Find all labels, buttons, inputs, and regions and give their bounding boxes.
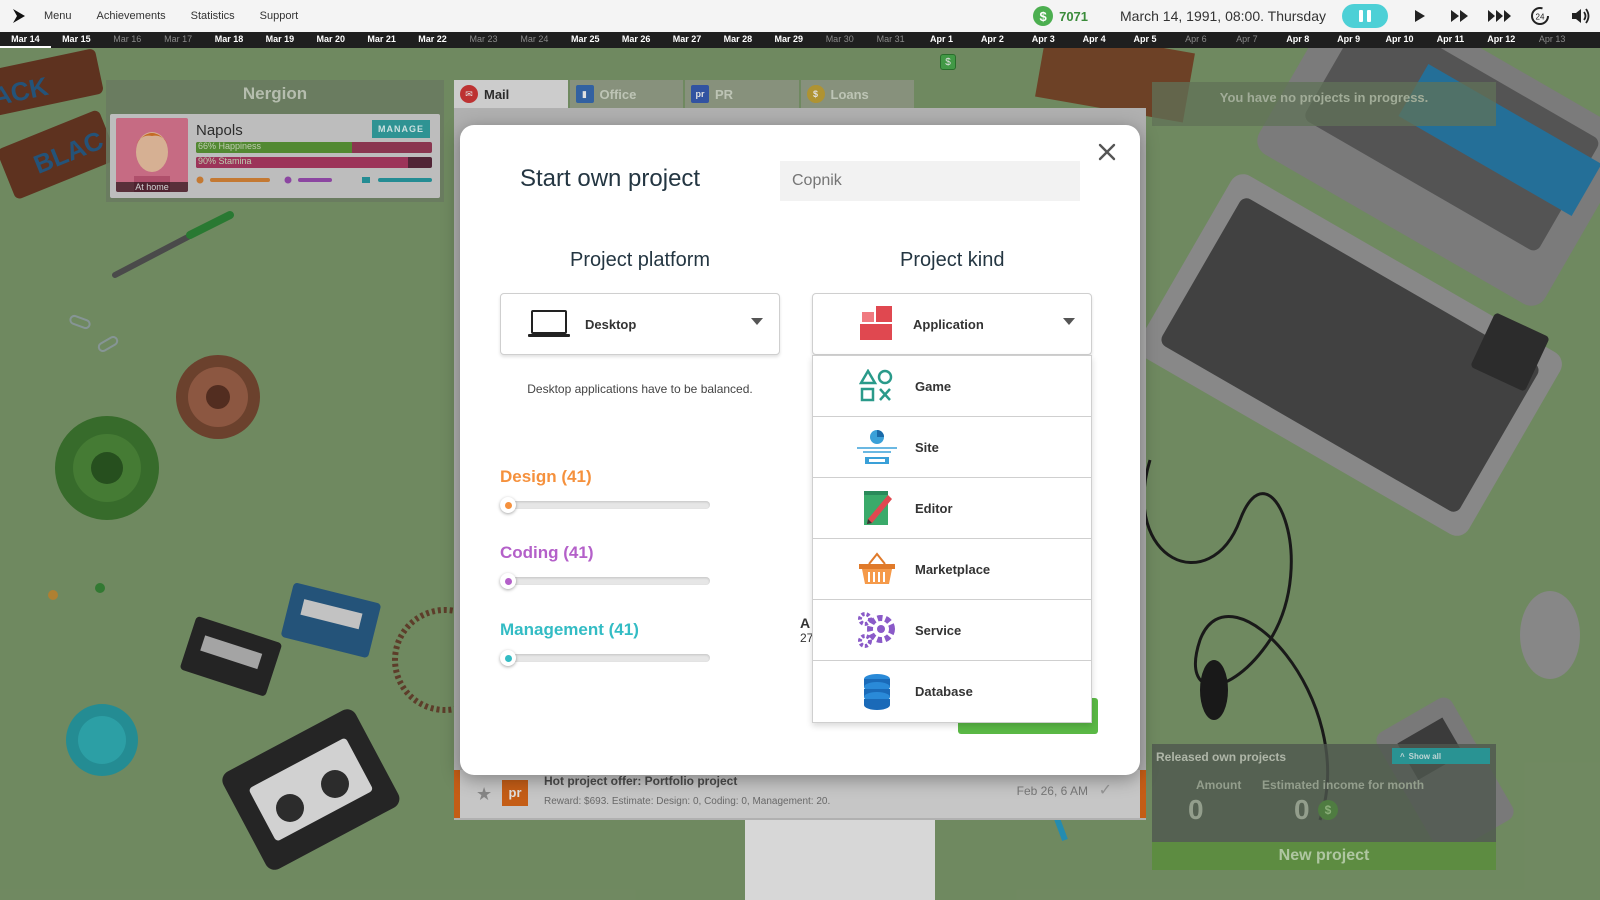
management-skill: Management (41) [500, 620, 710, 666]
timeline-day: Apr 5 [1133, 34, 1157, 44]
kind-option-label: Database [915, 684, 973, 699]
sound-button[interactable] [1560, 0, 1600, 32]
kind-option-database[interactable]: Database [813, 661, 1091, 722]
coding-label: Coding (41) [500, 543, 594, 562]
marketplace-icon [847, 548, 907, 590]
editor-icon [847, 487, 907, 529]
laptop-icon [519, 304, 579, 344]
timeline-day: Apr 12 [1487, 34, 1516, 44]
close-icon [1098, 143, 1116, 161]
management-slider-handle[interactable] [500, 650, 516, 666]
platform-select[interactable]: Desktop [500, 293, 780, 355]
project-name-input[interactable] [780, 161, 1080, 201]
money-coin-icon: $ [1033, 6, 1054, 26]
top-bar: Menu Achievements Statistics Support $ 7… [0, 0, 1600, 32]
kind-dropdown-list: Game Site Editor Marketplace Service Dat… [812, 355, 1092, 723]
design-skill: Design (41) [500, 467, 710, 513]
coding-slider[interactable] [500, 573, 710, 589]
management-slider[interactable] [500, 650, 710, 666]
date-timeline: Mar 14 Mar 15 Mar 16 Mar 17 Mar 18 Mar 19 Mar … [0, 32, 1600, 48]
timeline-day: Mar 19 [265, 34, 295, 44]
timeline-day: Mar 22 [418, 34, 447, 44]
timeline-day: Mar 17 [164, 34, 193, 44]
timeline-day: Mar 28 [723, 34, 753, 44]
pause-button[interactable] [1342, 4, 1388, 28]
timeline-day: Mar 14 [0, 32, 51, 48]
timeline-day: Apr 9 [1337, 34, 1361, 44]
timeline-day: Apr 6 [1185, 34, 1207, 44]
kind-option-game[interactable]: Game [813, 356, 1091, 417]
timeline-day: Apr 4 [1082, 34, 1106, 44]
timeline-day: Mar 23 [469, 34, 498, 44]
kind-select[interactable]: Application [812, 293, 1092, 355]
chevron-down-icon [751, 318, 763, 325]
timeline-day: Apr 2 [980, 34, 1004, 44]
fastest-forward-button[interactable] [1480, 0, 1520, 32]
kind-option-label: Game [915, 378, 952, 394]
timeline-day: Apr 11 [1436, 34, 1465, 44]
timeline-day: Mar 31 [876, 34, 905, 44]
play-button[interactable] [1400, 0, 1440, 32]
timeline-day: Mar 24 [520, 34, 549, 44]
platform-heading: Project platform [570, 249, 711, 271]
timeline-day: Mar 27 [672, 34, 702, 44]
application-icon [847, 304, 907, 344]
kind-option-label: Marketplace [915, 561, 991, 577]
management-label: Management (41) [500, 620, 639, 639]
timeline-day: Mar 30 [825, 34, 854, 44]
support-link[interactable]: Support [260, 10, 299, 22]
design-slider[interactable] [500, 497, 710, 513]
coding-skill: Coding (41) [500, 543, 710, 589]
kind-option-label: Site [915, 439, 939, 455]
timeline-day: Mar 20 [316, 34, 346, 44]
coding-slider-handle[interactable] [500, 573, 516, 589]
statistics-link[interactable]: Statistics [191, 10, 235, 22]
skip-day-button[interactable]: 24 [1520, 0, 1560, 32]
logo-icon[interactable] [0, 0, 40, 32]
achievements-link[interactable]: Achievements [97, 10, 166, 22]
start-project-modal: Start own project Project platform Proje… [460, 125, 1140, 775]
top-right-controls: $ 7071 March 14, 1991, 08:00. Thursday 2… [1033, 0, 1600, 32]
site-icon [847, 426, 907, 468]
kind-option-editor[interactable]: Editor [813, 478, 1091, 539]
timeline-day: Mar 29 [774, 34, 804, 44]
kind-option-label: Editor [915, 500, 953, 516]
timeline-day: Mar 21 [367, 34, 396, 44]
design-label: Design (41) [500, 467, 592, 486]
timeline-day: Mar 25 [570, 34, 600, 44]
money-display: $ 7071 [1033, 6, 1088, 26]
kind-selected: Application [913, 316, 984, 332]
timeline-day: Apr 3 [1031, 34, 1055, 44]
timeline-day: Apr 8 [1286, 34, 1310, 44]
fast-forward-button[interactable] [1440, 0, 1480, 32]
money-value: 7071 [1059, 8, 1089, 24]
timeline-day: Apr 10 [1385, 34, 1414, 44]
modal-title: Start own project [520, 165, 701, 192]
kind-heading: Project kind [900, 249, 1005, 271]
skip-day-label: 24 [1536, 13, 1545, 22]
game-icon [847, 365, 907, 407]
platform-description: Desktop applications have to be balanced… [527, 382, 753, 396]
timeline-day: Mar 16 [113, 34, 142, 44]
database-icon [847, 671, 907, 713]
chevron-down-icon [1063, 318, 1075, 325]
timeline-day: Mar 18 [214, 34, 244, 44]
kind-option-service[interactable]: Service [813, 600, 1091, 661]
design-slider-handle[interactable] [500, 497, 516, 513]
game-datetime: March 14, 1991, 08:00. Thursday [1120, 8, 1326, 24]
timeline-day: Apr 1 [929, 34, 953, 44]
timeline-day: Mar 26 [621, 34, 651, 44]
kind-option-site[interactable]: Site [813, 417, 1091, 478]
menu-link[interactable]: Menu [44, 10, 72, 22]
close-button[interactable] [1092, 137, 1122, 167]
service-icon [847, 609, 907, 651]
kind-option-label: Service [915, 622, 962, 638]
kind-option-marketplace[interactable]: Marketplace [813, 539, 1091, 600]
timeline-day: Apr 7 [1236, 34, 1258, 44]
timeline-day: Mar 15 [62, 34, 91, 44]
timeline-day: Apr 13 [1538, 34, 1566, 44]
platform-selected: Desktop [585, 316, 637, 332]
